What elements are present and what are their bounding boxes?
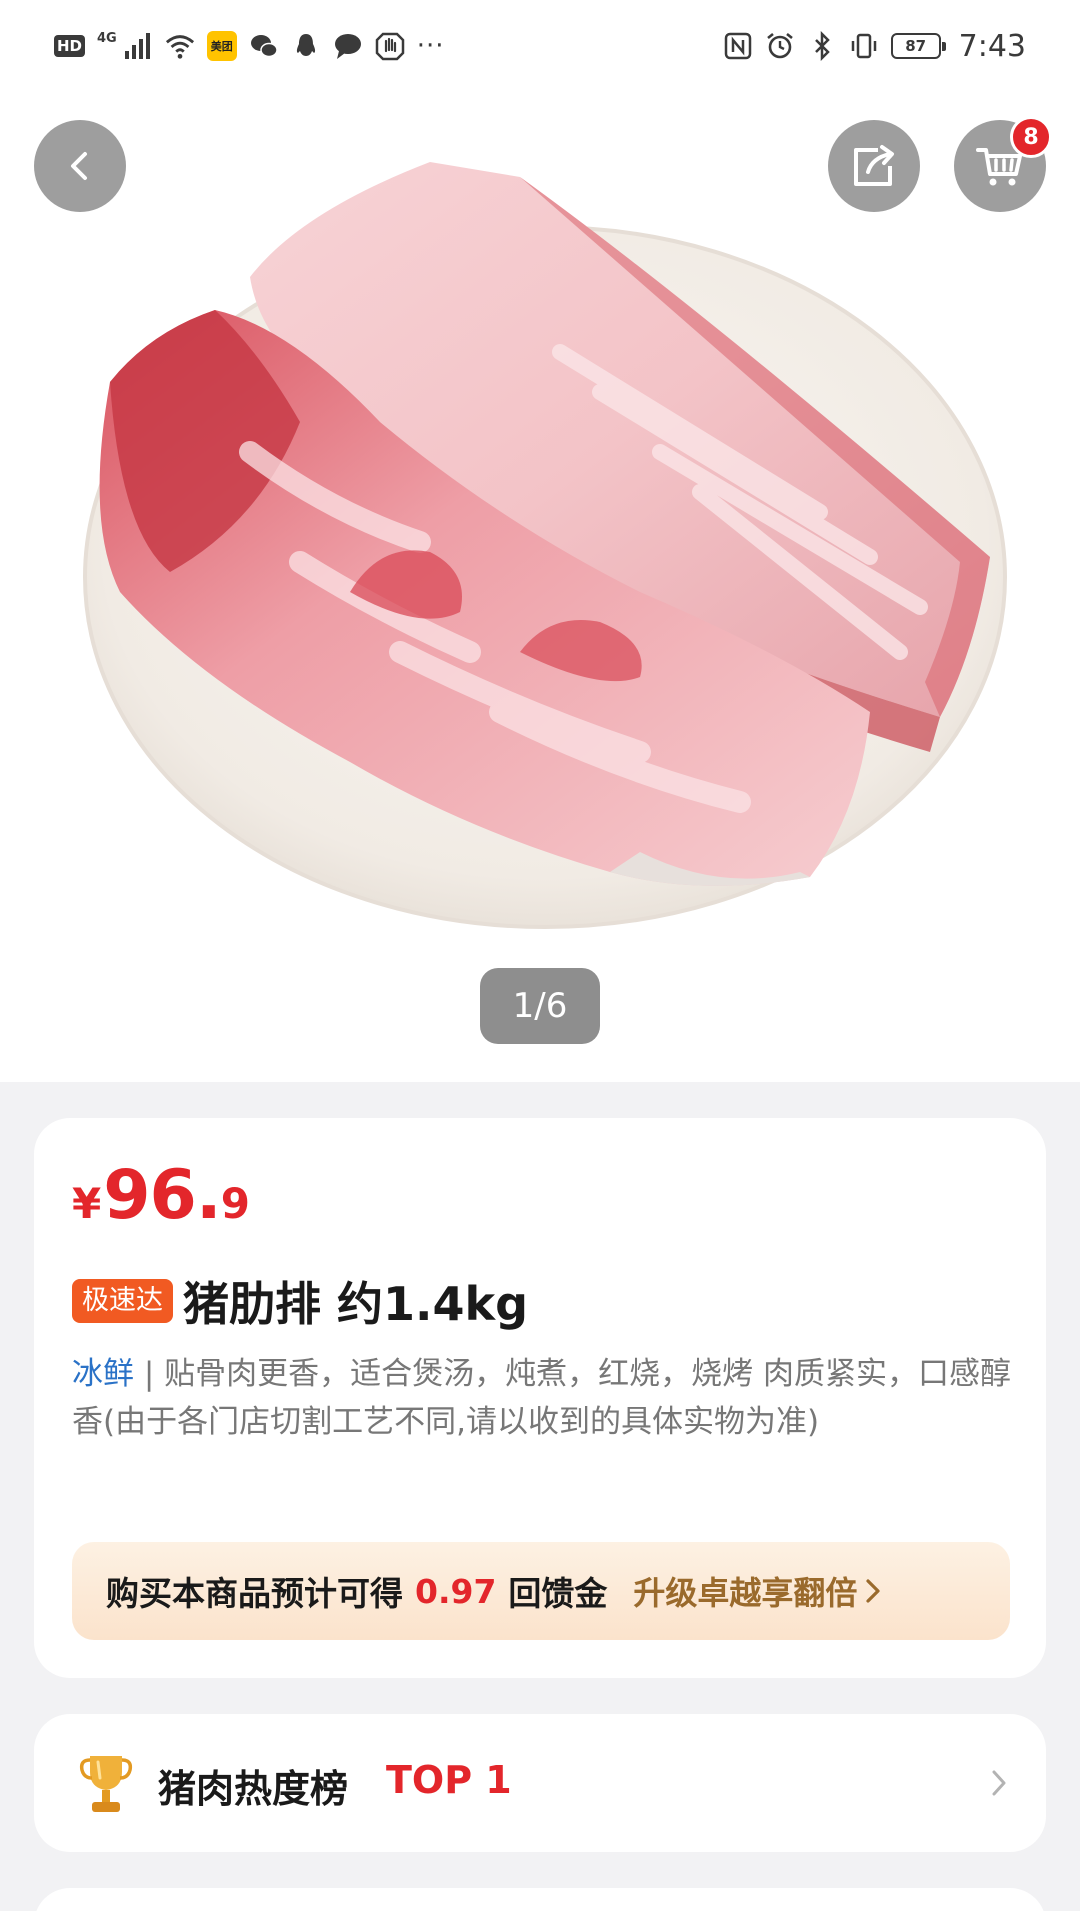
ranking-value: TOP 1 <box>386 1758 512 1802</box>
product-photo <box>83 162 1007 929</box>
rebate-prefix: 购买本商品预计可得 <box>106 1574 403 1613</box>
product-price: ¥ 96. 9 <box>72 1156 250 1235</box>
message-icon <box>333 31 363 61</box>
bluetooth-icon <box>807 31 837 61</box>
wifi-icon <box>165 31 195 61</box>
alarm-icon <box>765 31 795 61</box>
nfc-icon <box>723 31 753 61</box>
express-delivery-tag: 极速达 <box>72 1279 173 1323</box>
chevron-right-icon <box>863 1576 883 1606</box>
desc-separator: | <box>134 1356 165 1392</box>
back-icon <box>71 152 87 180</box>
wechat-icon <box>249 31 279 61</box>
clock: 7:43 <box>958 28 1026 64</box>
product-image-gallery[interactable]: 8 1/6 <box>0 92 1080 1082</box>
more-notifications: ··· <box>416 31 445 61</box>
share-icon <box>854 145 894 186</box>
meituan-icon: 美团 <box>206 31 237 61</box>
product-title-row: 极速达 猪肋排 约1.4kg <box>72 1268 528 1334</box>
product-info-card: ¥ 96. 9 极速达 猪肋排 约1.4kg 冰鲜 | 贴骨肉更香，适合煲汤，炖… <box>34 1118 1046 1678</box>
signal-icon <box>123 31 153 61</box>
price-currency: ¥ <box>72 1179 102 1228</box>
share-button[interactable] <box>828 120 920 212</box>
product-description: 冰鲜 | 贴骨肉更香，适合煲汤，炖煮，红烧，烧烤 肉质紧实，口感醇香(由于各门店… <box>72 1350 1012 1446</box>
battery-icon: 87 <box>890 33 946 59</box>
next-section-card <box>34 1888 1046 1911</box>
rebate-suffix: 回馈金 <box>508 1574 608 1613</box>
vibrate-icon <box>849 31 879 61</box>
rebate-banner[interactable]: 购买本商品预计可得 0.97 回馈金 升级卓越享翻倍 <box>72 1542 1010 1640</box>
ranking-card[interactable]: 猪肉热度榜 TOP 1 <box>34 1714 1046 1852</box>
network-type: 4G <box>97 30 117 46</box>
product-title: 猪肋排 约1.4kg <box>183 1277 529 1331</box>
qq-icon <box>291 31 321 61</box>
trophy-icon <box>79 1756 133 1812</box>
hand-icon <box>375 31 405 61</box>
rebate-amount: 0.97 <box>415 1571 497 1611</box>
description-text: 贴骨肉更香，适合煲汤，炖煮，红烧，烧烤 肉质紧实，口感醇香(由于各门店切割工艺不… <box>72 1356 1012 1440</box>
status-bar-left: HD 4G 美团 ··· <box>54 26 445 66</box>
gallery-page-indicator: 1/6 <box>480 968 600 1044</box>
status-bar: HD 4G 美团 ··· 87 7:43 <box>0 0 1080 92</box>
chevron-right-icon <box>989 1766 1009 1804</box>
status-bar-right: 87 7:43 <box>723 26 1026 66</box>
hd-badge: HD <box>54 35 86 57</box>
back-button[interactable] <box>34 120 126 212</box>
ranking-label: 猪肉热度榜 <box>158 1767 349 1811</box>
cart-count-badge: 8 <box>1010 116 1052 158</box>
price-integer: 96. <box>103 1156 221 1235</box>
fresh-tag: 冰鲜 <box>72 1356 134 1392</box>
upgrade-link[interactable]: 升级卓越享翻倍 <box>633 1568 857 1614</box>
price-decimal: 9 <box>220 1179 250 1228</box>
